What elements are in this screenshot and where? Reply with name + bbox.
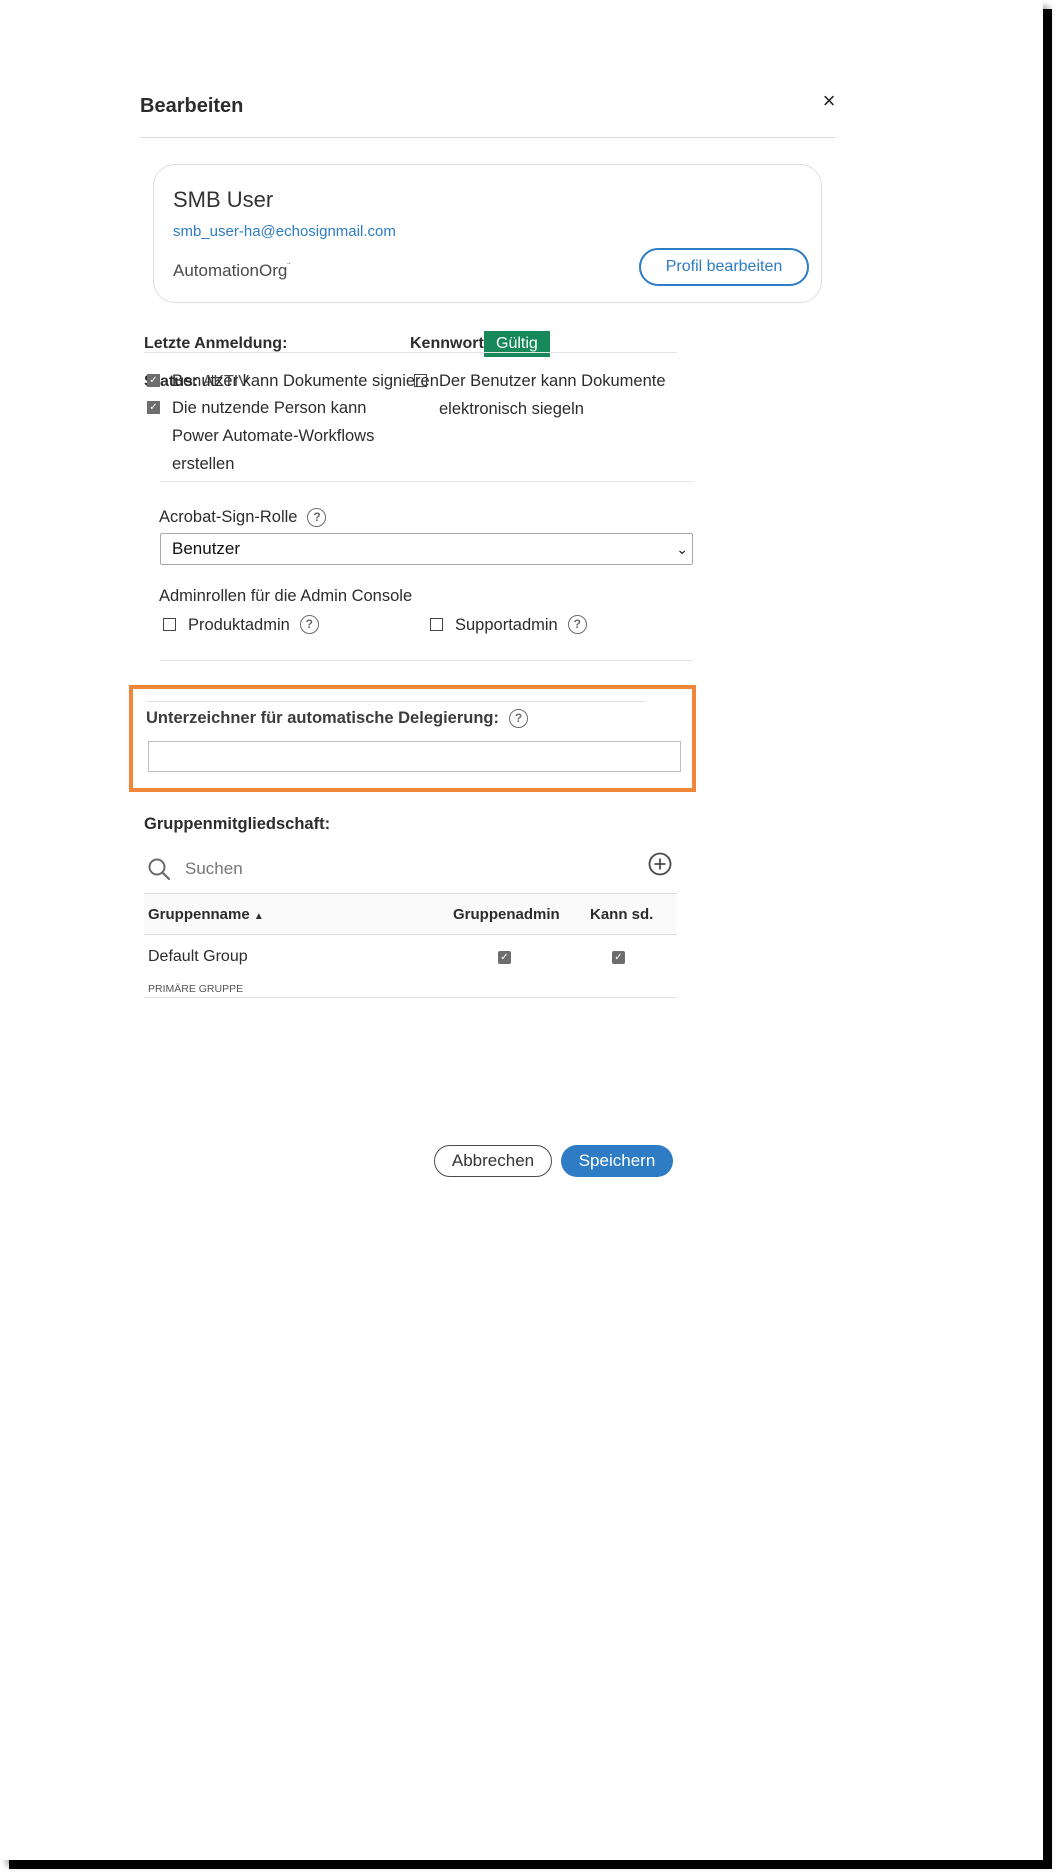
admin-roles-label: Adminrollen für die Admin Console: [159, 587, 413, 605]
role-select[interactable]: Benutzer ⌄: [160, 533, 693, 565]
checkbox-unchecked-icon[interactable]: [430, 618, 443, 631]
help-icon[interactable]: ?: [509, 709, 528, 729]
permission-seal-label: Der Benutzer kann Dokumente elektronisch…: [439, 372, 666, 418]
profile-name: SMB User: [173, 187, 274, 212]
delegation-highlight: Unterzeichner für automatische Delegieru…: [129, 685, 696, 792]
group-table-header: Gruppenname ▲ Gruppenadmin Kann sd.: [144, 893, 677, 935]
org-mark: ¨: [287, 261, 291, 272]
table-row-divider: [144, 997, 677, 998]
divider: [160, 481, 693, 482]
divider: [160, 660, 693, 661]
admin-role-support-checkbox[interactable]: Supportadmin?: [430, 611, 587, 639]
checkbox-checked-icon[interactable]: ✓: [147, 401, 160, 414]
column-group-admin: Gruppenadmin: [453, 906, 560, 923]
permission-power-automate-label: Die nutzende Person kann Power Automate-…: [172, 399, 375, 473]
group-row-name: Default Group: [148, 948, 248, 965]
add-group-icon[interactable]: [648, 852, 672, 876]
divider: [144, 352, 677, 353]
column-can-send: Kann sd.: [590, 906, 654, 923]
profile-card: SMB User smb_user-ha@echosignmail.com Au…: [153, 164, 822, 303]
column-group-name[interactable]: Gruppenname ▲: [148, 906, 264, 923]
group-search-input[interactable]: [185, 856, 485, 882]
search-icon: [148, 858, 171, 881]
profile-email[interactable]: smb_user-ha@echosignmail.com: [173, 223, 396, 240]
delegation-input[interactable]: [148, 741, 681, 772]
edit-profile-button[interactable]: Profil bearbeiten: [639, 248, 809, 286]
help-icon[interactable]: ?: [567, 615, 587, 634]
group-row-subtitle: PRIMÄRE GRUPPE: [148, 983, 244, 995]
close-icon[interactable]: ×: [817, 89, 841, 113]
group-admin-checkbox[interactable]: ✓: [498, 951, 511, 964]
dialog-title: Bearbeiten: [140, 95, 244, 117]
admin-role-support-label: Supportadmin: [455, 616, 558, 634]
admin-role-product-label: Produktadmin: [188, 616, 290, 634]
checkbox-unchecked-icon[interactable]: [414, 374, 427, 387]
permission-sign-label: Benutzer kann Dokumente signieren: [172, 372, 439, 390]
cancel-button[interactable]: Abbrechen: [434, 1145, 552, 1177]
title-divider: [140, 137, 835, 138]
checkbox-checked-icon[interactable]: ✓: [147, 374, 160, 387]
group-membership-title: Gruppenmitgliedschaft:: [144, 815, 331, 833]
delegation-label-text: Unterzeichner für automatische Delegieru…: [146, 709, 499, 727]
permission-sign-checkbox[interactable]: ✓ Benutzer kann Dokumente signieren: [147, 367, 439, 395]
role-selected-value: Benutzer: [172, 539, 241, 558]
help-icon[interactable]: ?: [307, 508, 327, 528]
can-send-checkbox[interactable]: ✓: [612, 951, 625, 964]
password-label: Kennwort:: [410, 335, 490, 352]
role-label: Acrobat-Sign-Rolle?: [159, 508, 327, 528]
checkbox-unchecked-icon[interactable]: [163, 618, 176, 631]
column-group-name-label: Gruppenname: [148, 906, 250, 923]
delegation-label: Unterzeichner für automatische Delegieru…: [146, 709, 528, 729]
password-status-badge: Gültig: [484, 331, 550, 357]
help-icon[interactable]: ?: [299, 615, 319, 634]
save-button[interactable]: Speichern: [561, 1145, 673, 1177]
chevron-down-icon: ⌄: [676, 541, 688, 557]
sort-ascending-icon: ▲: [253, 911, 264, 922]
role-label-text: Acrobat-Sign-Rolle: [159, 508, 298, 526]
divider: [146, 701, 646, 702]
permission-power-automate-checkbox[interactable]: ✓ Die nutzende Person kann Power Automat…: [147, 394, 402, 478]
org-name: AutomationOrg: [173, 261, 288, 280]
last-login-label: Letzte Anmeldung:: [144, 335, 288, 352]
admin-role-product-checkbox[interactable]: Produktadmin?: [163, 611, 319, 639]
profile-org: AutomationOrg¨: [173, 261, 290, 281]
permission-seal-checkbox[interactable]: Der Benutzer kann Dokumente elektronisch…: [414, 367, 674, 423]
